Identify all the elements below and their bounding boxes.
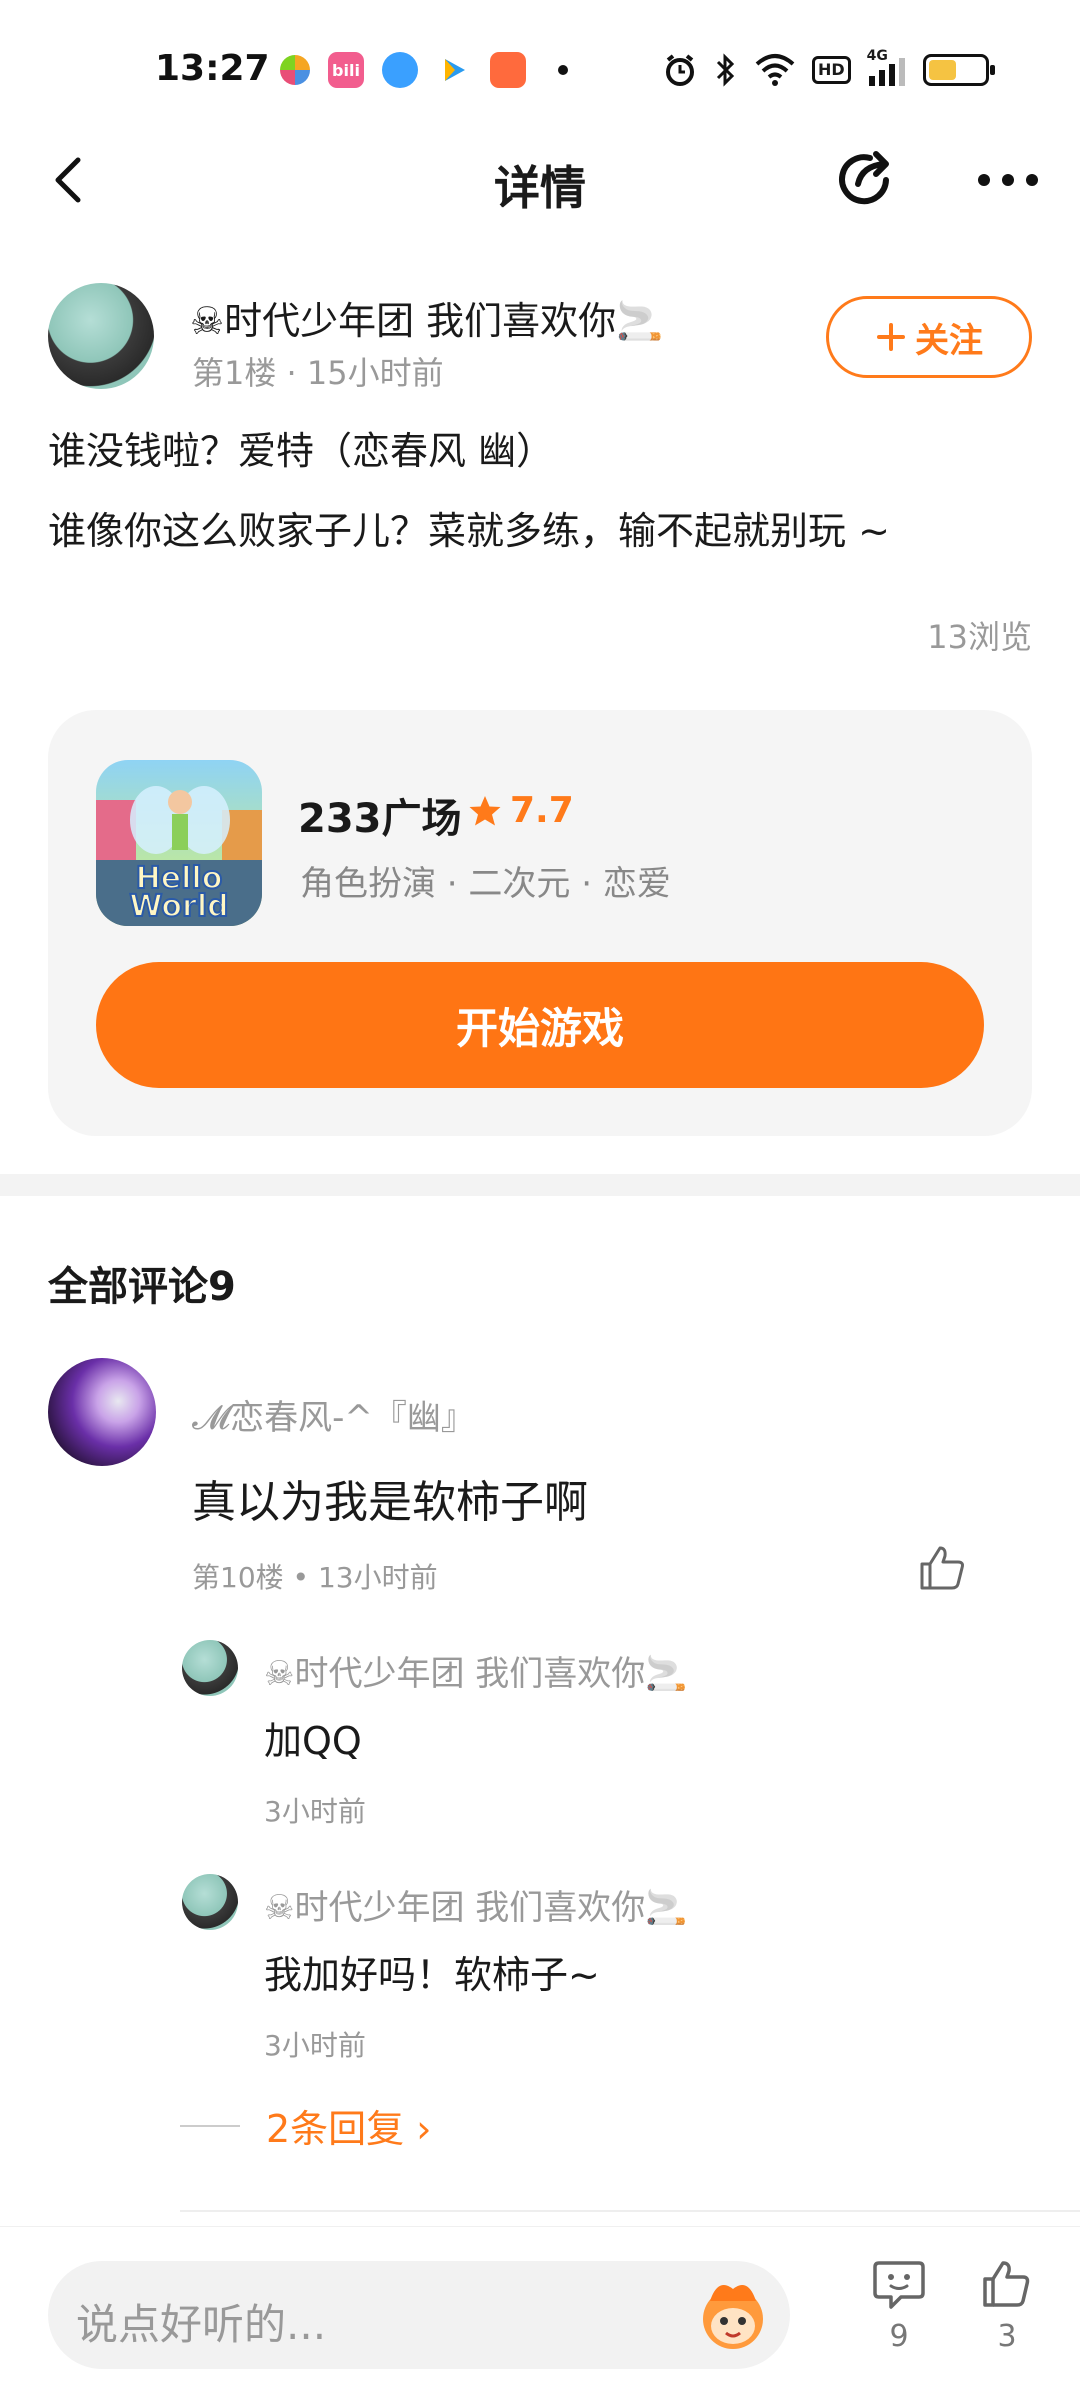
post-text-line-2: 谁像你这么败家子儿？菜就多练，输不起就别玩 ~: [48, 509, 890, 553]
status-time: 13:27: [155, 48, 270, 89]
post-author-name[interactable]: ☠时代少年团 我们喜欢你🚬: [190, 290, 663, 345]
mascot-emoji-icon[interactable]: [690, 2271, 776, 2357]
post-meta: 第1楼 · 15小时前: [192, 354, 444, 392]
game-card[interactable]: Hello World 233广场 7.7 角色扮演 · 二次元 · 恋爱 开始…: [48, 710, 1032, 1136]
comment-input[interactable]: 说点好听的...: [48, 2261, 790, 2369]
comments-header: 全部评论9: [48, 1264, 236, 1310]
comment-count-button[interactable]: 9: [868, 2257, 930, 2354]
follow-label: 关注: [915, 320, 983, 361]
thumbs-up-icon: [983, 2261, 1030, 2307]
app-icon-1: [280, 55, 310, 85]
comment-author[interactable]: 𝓜恋春风-^『幽』: [192, 1390, 475, 1439]
section-divider: [0, 1174, 1080, 1196]
battery-icon: [922, 54, 995, 86]
reply-meta: 3小时前: [264, 1795, 366, 1828]
status-bar: 13:27 bili HD 4G: [0, 0, 1080, 130]
reply-author[interactable]: ☠时代少年团 我们喜欢你🚬: [264, 1880, 688, 1929]
game-rating-value: 7.7: [510, 790, 574, 831]
comment-input-placeholder: 说点好听的...: [76, 2300, 327, 2349]
reply-avatar[interactable]: [182, 1874, 238, 1930]
reply-meta: 3小时前: [264, 2029, 366, 2062]
page-title: 详情: [494, 161, 586, 215]
reply-text[interactable]: 我加好吗！软柿子~: [264, 1944, 600, 1999]
reply-line-decoration: [180, 2124, 240, 2127]
game-name: 233广场: [298, 796, 462, 842]
app-icon-5: [490, 52, 526, 88]
comment-text[interactable]: 真以为我是软柿子啊: [192, 1466, 588, 1530]
more-replies-label: 2条回复 ›: [266, 2107, 432, 2151]
top-nav-bar: 详情: [0, 130, 1080, 230]
status-app-icons: bili: [280, 52, 568, 88]
svg-text:World: World: [129, 889, 228, 924]
post-text-line-1: 谁没钱啦？爱特（恋春风 幽）: [48, 429, 555, 473]
like-count-button[interactable]: 3: [976, 2257, 1038, 2354]
alarm-icon: [662, 50, 698, 90]
network-type: 4G: [866, 48, 888, 64]
game-icon[interactable]: Hello World: [96, 760, 262, 926]
like-count: 3: [997, 2319, 1017, 2354]
battery-level: [928, 60, 956, 80]
reply-author[interactable]: ☠时代少年团 我们喜欢你🚬: [264, 1646, 688, 1695]
comment-meta: 第10楼 • 13小时前: [192, 1561, 438, 1594]
game-tags: 角色扮演 · 二次元 · 恋爱: [300, 864, 671, 904]
game-rating: 7.7: [468, 790, 574, 831]
share-button[interactable]: [830, 144, 900, 214]
plus-icon: [877, 323, 905, 351]
comment-divider: [180, 2210, 1080, 2212]
comment-avatar[interactable]: [48, 1358, 156, 1466]
view-more-replies[interactable]: 2条回复 ›: [180, 2098, 431, 2153]
star-icon: [469, 795, 501, 825]
bottom-action-bar: 说点好听的... 9 3: [0, 2226, 1080, 2400]
share-icon: [839, 151, 889, 205]
reply-text[interactable]: 加QQ: [264, 1710, 362, 1765]
bluetooth-icon: [714, 50, 738, 90]
hd-icon: HD: [812, 50, 851, 90]
wifi-icon: [754, 50, 796, 90]
comment-like-button[interactable]: [914, 1540, 970, 1596]
more-options-button[interactable]: [972, 152, 1044, 208]
thumbs-up-icon: [920, 1546, 964, 1590]
start-game-button[interactable]: 开始游戏: [96, 962, 984, 1088]
post-author-avatar[interactable]: [48, 283, 154, 389]
status-indicators: HD 4G: [662, 48, 995, 90]
app-icon-3: [382, 52, 418, 88]
view-count: 13浏览: [927, 618, 1032, 656]
comment-bubble-icon: [873, 2261, 925, 2309]
app-icon-4: [436, 52, 472, 88]
follow-button[interactable]: 关注: [826, 296, 1032, 378]
reply-avatar[interactable]: [182, 1640, 238, 1696]
bilibili-icon: bili: [328, 52, 364, 88]
signal-icon: 4G: [866, 48, 907, 90]
notification-dot: [558, 65, 568, 75]
more-dots-icon: [978, 174, 1038, 186]
comment-count: 9: [889, 2319, 909, 2354]
